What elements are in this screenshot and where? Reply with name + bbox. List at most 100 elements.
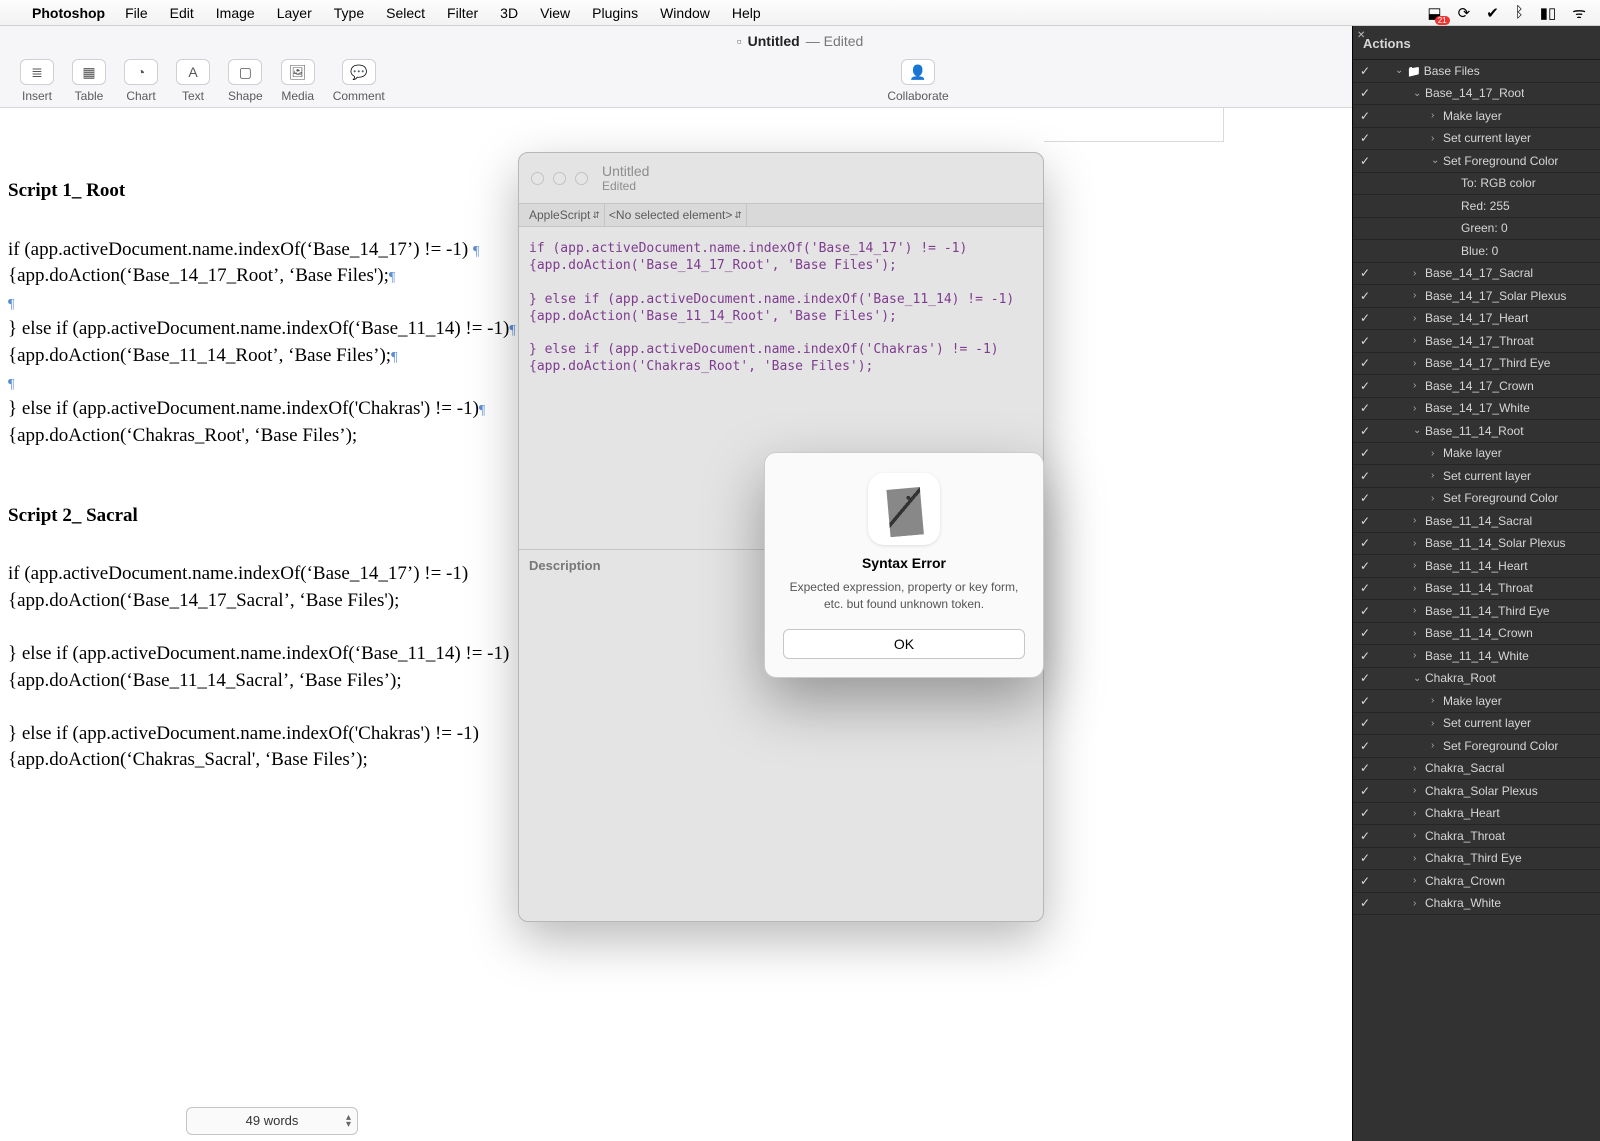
action-enabled-check[interactable]: ✓ bbox=[1357, 649, 1373, 663]
action-row[interactable]: ✓›Base_11_14_Third Eye bbox=[1353, 600, 1600, 623]
chevron-right-icon[interactable]: › bbox=[1413, 335, 1425, 346]
chevron-right-icon[interactable]: › bbox=[1413, 830, 1425, 841]
action-row[interactable]: ✓›Base_11_14_Sacral bbox=[1353, 510, 1600, 533]
chevron-right-icon[interactable]: › bbox=[1431, 448, 1443, 459]
action-row[interactable]: ✓›Base_11_14_Solar Plexus bbox=[1353, 533, 1600, 556]
action-row[interactable]: ✓›Base_11_14_Crown bbox=[1353, 623, 1600, 646]
action-enabled-check[interactable]: ✓ bbox=[1357, 806, 1373, 820]
action-enabled-check[interactable]: ✓ bbox=[1357, 581, 1373, 595]
word-count[interactable]: 49 words ▴▾ bbox=[186, 1107, 358, 1135]
action-enabled-check[interactable]: ✓ bbox=[1357, 401, 1373, 415]
table-button[interactable]: ▦ bbox=[72, 59, 106, 85]
close-icon[interactable] bbox=[531, 172, 544, 185]
chevron-right-icon[interactable]: › bbox=[1413, 380, 1425, 391]
action-enabled-check[interactable]: ✓ bbox=[1357, 896, 1373, 910]
maximize-icon[interactable] bbox=[575, 172, 588, 185]
chevron-right-icon[interactable]: › bbox=[1431, 133, 1443, 144]
action-row[interactable]: ✓›Base_14_17_Heart bbox=[1353, 308, 1600, 331]
action-enabled-check[interactable]: ✓ bbox=[1357, 289, 1373, 303]
chart-button[interactable]: ◔ bbox=[124, 59, 158, 85]
insert-button[interactable]: ≣ bbox=[20, 59, 54, 85]
text-button[interactable]: A bbox=[176, 59, 210, 85]
action-enabled-check[interactable]: ✓ bbox=[1357, 784, 1373, 798]
shape-button[interactable]: ▢ bbox=[228, 59, 262, 85]
script-editor-titlebar[interactable]: Untitled Edited bbox=[519, 153, 1043, 203]
action-row[interactable]: Red: 255 bbox=[1353, 195, 1600, 218]
action-row[interactable]: To: RGB color bbox=[1353, 173, 1600, 196]
action-row[interactable]: ✓›Chakra_Sacral bbox=[1353, 758, 1600, 781]
action-row[interactable]: ✓›Make layer bbox=[1353, 690, 1600, 713]
chevron-down-icon[interactable]: ⌄ bbox=[1395, 65, 1407, 76]
action-row[interactable]: ✓›Chakra_Solar Plexus bbox=[1353, 780, 1600, 803]
action-enabled-check[interactable]: ✓ bbox=[1357, 604, 1373, 618]
action-row[interactable]: ✓›Make layer bbox=[1353, 105, 1600, 128]
action-row[interactable]: ✓⌄Base Files bbox=[1353, 60, 1600, 83]
action-row[interactable]: ✓›Set current layer bbox=[1353, 128, 1600, 151]
action-enabled-check[interactable]: ✓ bbox=[1357, 379, 1373, 393]
chevron-right-icon[interactable]: › bbox=[1431, 110, 1443, 121]
bluetooth-icon[interactable]: ᛒ bbox=[1515, 4, 1524, 21]
action-row[interactable]: ✓›Make layer bbox=[1353, 443, 1600, 466]
action-enabled-check[interactable]: ✓ bbox=[1357, 739, 1373, 753]
action-row[interactable]: ✓›Base_14_17_Throat bbox=[1353, 330, 1600, 353]
chevron-right-icon[interactable]: › bbox=[1413, 538, 1425, 549]
action-enabled-check[interactable]: ✓ bbox=[1357, 131, 1373, 145]
action-enabled-check[interactable]: ✓ bbox=[1357, 559, 1373, 573]
language-selector[interactable]: AppleScript ⇵ bbox=[525, 204, 605, 226]
action-row[interactable]: ✓⌄Set Foreground Color bbox=[1353, 150, 1600, 173]
action-enabled-check[interactable]: ✓ bbox=[1357, 311, 1373, 325]
action-enabled-check[interactable]: ✓ bbox=[1357, 154, 1373, 168]
stepper-icon[interactable]: ▴▾ bbox=[346, 1114, 351, 1128]
action-enabled-check[interactable]: ✓ bbox=[1357, 86, 1373, 100]
action-enabled-check[interactable]: ✓ bbox=[1357, 334, 1373, 348]
menu-select[interactable]: Select bbox=[386, 5, 425, 21]
action-row[interactable]: ✓›Set Foreground Color bbox=[1353, 735, 1600, 758]
wifi-icon[interactable]: ᯤ bbox=[1572, 3, 1586, 23]
chevron-right-icon[interactable]: › bbox=[1413, 853, 1425, 864]
action-row[interactable]: ✓›Base_14_17_Third Eye bbox=[1353, 353, 1600, 376]
chevron-right-icon[interactable]: › bbox=[1413, 358, 1425, 369]
menu-layer[interactable]: Layer bbox=[277, 5, 312, 21]
document-title[interactable]: Untitled bbox=[748, 33, 800, 49]
chevron-right-icon[interactable]: › bbox=[1413, 628, 1425, 639]
action-row[interactable]: ✓›Chakra_Heart bbox=[1353, 803, 1600, 826]
action-enabled-check[interactable]: ✓ bbox=[1357, 851, 1373, 865]
action-enabled-check[interactable]: ✓ bbox=[1357, 536, 1373, 550]
chevron-right-icon[interactable]: › bbox=[1413, 785, 1425, 796]
action-enabled-check[interactable]: ✓ bbox=[1357, 424, 1373, 438]
menu-type[interactable]: Type bbox=[334, 5, 364, 21]
action-enabled-check[interactable]: ✓ bbox=[1357, 514, 1373, 528]
action-enabled-check[interactable]: ✓ bbox=[1357, 356, 1373, 370]
dropbox-icon[interactable]: ⬓ bbox=[1427, 4, 1441, 22]
action-enabled-check[interactable]: ✓ bbox=[1357, 874, 1373, 888]
action-row[interactable]: ✓›Chakra_Third Eye bbox=[1353, 848, 1600, 871]
chevron-right-icon[interactable]: › bbox=[1413, 808, 1425, 819]
action-enabled-check[interactable]: ✓ bbox=[1357, 469, 1373, 483]
menu-file[interactable]: File bbox=[125, 5, 148, 21]
menu-3d[interactable]: 3D bbox=[500, 5, 518, 21]
ok-button[interactable]: OK bbox=[783, 629, 1025, 659]
chevron-right-icon[interactable]: › bbox=[1413, 290, 1425, 301]
battery-icon[interactable]: ▮▯ bbox=[1540, 4, 1557, 22]
chevron-right-icon[interactable]: › bbox=[1413, 605, 1425, 616]
action-row[interactable]: ✓›Set current layer bbox=[1353, 465, 1600, 488]
action-enabled-check[interactable]: ✓ bbox=[1357, 694, 1373, 708]
chevron-right-icon[interactable]: › bbox=[1413, 875, 1425, 886]
chevron-right-icon[interactable]: › bbox=[1413, 560, 1425, 571]
chevron-right-icon[interactable]: › bbox=[1431, 695, 1443, 706]
action-row[interactable]: ✓⌄Base_11_14_Root bbox=[1353, 420, 1600, 443]
action-enabled-check[interactable]: ✓ bbox=[1357, 761, 1373, 775]
menubar-app[interactable]: Photoshop bbox=[32, 5, 105, 21]
menu-window[interactable]: Window bbox=[660, 5, 710, 21]
action-row[interactable]: ✓›Chakra_Crown bbox=[1353, 870, 1600, 893]
menu-filter[interactable]: Filter bbox=[447, 5, 478, 21]
minimize-icon[interactable] bbox=[553, 172, 566, 185]
action-enabled-check[interactable]: ✓ bbox=[1357, 491, 1373, 505]
action-enabled-check[interactable]: ✓ bbox=[1357, 64, 1373, 78]
panel-close-icon[interactable]: ✕ bbox=[1357, 30, 1365, 41]
chevron-right-icon[interactable]: › bbox=[1413, 763, 1425, 774]
media-button[interactable]: 🖼 bbox=[281, 59, 315, 85]
chevron-down-icon[interactable]: ⌄ bbox=[1431, 155, 1443, 166]
action-row[interactable]: ✓⌄Chakra_Root bbox=[1353, 668, 1600, 691]
chevron-right-icon[interactable]: › bbox=[1431, 470, 1443, 481]
